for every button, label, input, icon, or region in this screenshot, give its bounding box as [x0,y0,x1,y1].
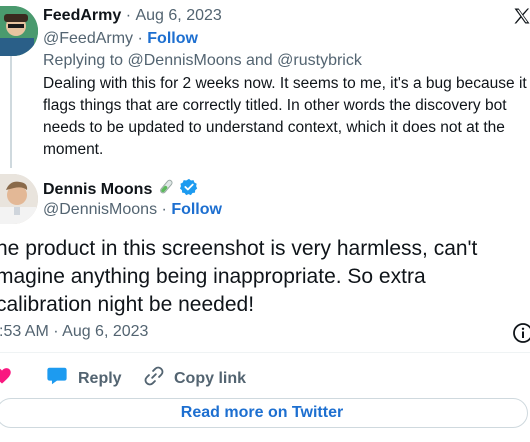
replying-to-line: Replying to @DennisMoons and @rustybrick [43,52,362,69]
info-icon[interactable] [512,322,530,349]
read-more-label: Read more on Twitter [180,404,344,421]
follow-feedarmy-button[interactable]: Follow [147,30,198,47]
feedarmy-display-name[interactable]: FeedArmy [43,7,121,24]
dennismoons-display-name[interactable]: Dennis Moons [43,181,152,199]
copy-link-button[interactable]: Copy link [143,365,246,392]
main-tweet-name-row: Dennis Moons [43,178,198,201]
dennismoons-handle[interactable]: @DennisMoons [43,201,157,218]
thread-connector-line [10,56,12,168]
speech-bubble-icon [46,365,68,392]
heart-icon[interactable] [0,366,12,391]
dennismoons-avatar[interactable] [0,174,38,224]
handle-separator-2: · [161,201,167,218]
copy-link-label: Copy link [174,369,247,387]
reply-tweet-text: Dealing with this for 2 weeks now. It se… [43,75,527,158]
main-tweet-timestamp[interactable]: :53 AM · Aug 6, 2023 [0,323,148,341]
feedarmy-handle[interactable]: @FeedArmy [43,30,133,47]
handle-separator: · [137,30,143,47]
reply-label: Reply [78,369,122,387]
reply-button[interactable]: Reply [46,365,122,392]
x-logo-icon[interactable] [512,6,530,31]
link-icon [143,365,165,392]
reply-tweet-date[interactable]: Aug 6, 2023 [135,7,221,24]
reply-tweet-header: FeedArmy · Aug 6, 2023 [43,7,222,25]
verified-badge-icon [180,178,198,201]
test-tube-icon [157,178,175,201]
header-separator: · [125,7,132,24]
reply-tweet-handle-row: @FeedArmy · Follow [43,30,198,48]
follow-dennismoons-button[interactable]: Follow [171,201,222,218]
main-tweet-handle-row: @DennisMoons · Follow [43,201,222,219]
divider [0,352,530,353]
main-tweet-text: he product in this screenshot is very ha… [0,237,478,316]
feedarmy-avatar[interactable] [0,6,38,56]
read-more-on-twitter-button[interactable]: Read more on Twitter [0,398,528,428]
